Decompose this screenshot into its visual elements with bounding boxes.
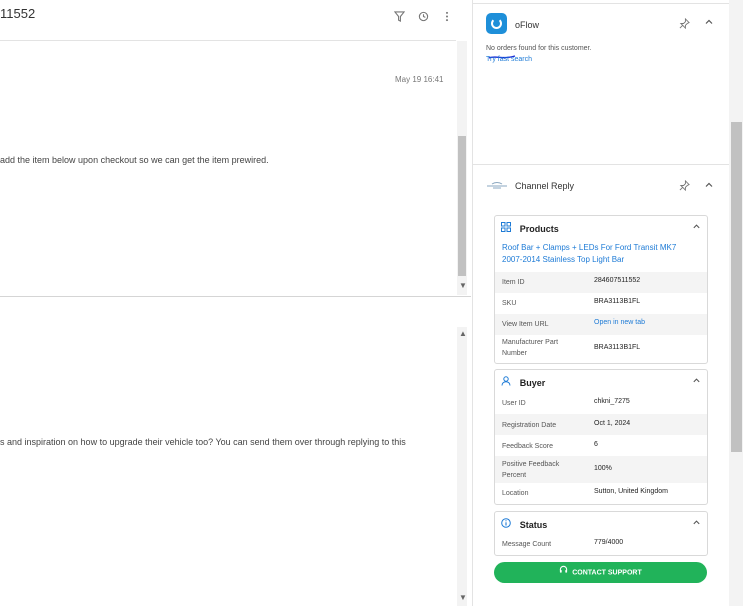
product-title-link[interactable]: Roof Bar + Clamps + LEDs For Ford Transi… <box>502 242 698 266</box>
sidebar-scrollbar-thumb[interactable] <box>731 122 742 452</box>
collapse-chevron-icon[interactable] <box>704 17 714 30</box>
pane-divider[interactable] <box>0 296 471 297</box>
table-row: Location Sutton, United Kingdom <box>502 488 668 497</box>
buyer-heading[interactable]: Buyer <box>501 376 545 389</box>
fast-search-link[interactable]: Try fast search <box>486 56 532 63</box>
table-row: Feedback Score 6 <box>502 441 598 450</box>
collapse-chevron-icon[interactable] <box>692 222 701 233</box>
table-row: Item ID 284607511552 <box>495 272 707 293</box>
user-icon <box>501 376 514 389</box>
collapse-chevron-icon[interactable] <box>692 518 701 529</box>
history-icon[interactable] <box>418 11 429 25</box>
products-card: Products Roof Bar + Clamps + LEDs For Fo… <box>494 215 708 364</box>
status-card: Status Message Count 779/4000 <box>494 511 708 556</box>
message-timestamp: May 19 16:41 <box>395 75 444 84</box>
table-row: Registration Date Oct 1, 2024 <box>495 414 707 435</box>
info-icon <box>501 518 514 531</box>
reply-scrollbar[interactable] <box>457 327 467 606</box>
channel-reply-title: Channel Reply <box>515 181 575 191</box>
pin-icon[interactable] <box>679 17 690 32</box>
channel-reply-logo-icon <box>487 182 507 189</box>
ticket-id: 11552 <box>0 6 36 21</box>
no-orders-text: No orders found for this customer. <box>486 45 592 52</box>
message-scrollbar-thumb[interactable] <box>458 136 466 276</box>
table-row: Message Count 779/4000 <box>502 539 624 548</box>
scroll-up-arrow-icon[interactable]: ▲ <box>459 329 467 338</box>
table-row: View Item URL Open in new tab <box>495 314 707 335</box>
table-row: User ID chkni_7275 <box>502 398 630 407</box>
contact-support-button[interactable]: CONTACT SUPPORT <box>494 562 707 583</box>
collapse-chevron-icon[interactable] <box>704 180 714 193</box>
status-heading[interactable]: Status <box>501 518 547 531</box>
oflow-logo-icon <box>486 13 507 34</box>
table-row: SKU BRA3113B1FL <box>502 298 641 307</box>
filter-icon[interactable] <box>393 11 406 25</box>
products-heading[interactable]: Products <box>501 222 559 235</box>
scroll-down-arrow-icon[interactable]: ▼ <box>459 593 467 602</box>
oflow-title: oFlow <box>515 20 540 30</box>
scroll-down-arrow-icon[interactable]: ▼ <box>459 281 467 290</box>
section-divider <box>473 164 729 165</box>
buyer-card: Buyer User ID chkni_7275 Registration Da… <box>494 369 708 505</box>
grid-icon <box>501 222 514 235</box>
conversation-pane <box>0 0 473 606</box>
pin-icon[interactable] <box>679 179 690 194</box>
collapse-chevron-icon[interactable] <box>692 376 701 387</box>
message-text: add the item below upon checkout so we c… <box>0 155 269 165</box>
open-in-new-tab-link[interactable]: Open in new tab <box>594 319 645 326</box>
table-row: Manufacturer Part Number BRA3113B1FL <box>502 339 641 357</box>
header-divider <box>0 40 456 41</box>
section-divider <box>473 3 729 4</box>
more-vertical-icon[interactable] <box>444 11 450 25</box>
message-text: s and inspiration on how to upgrade thei… <box>0 437 406 447</box>
headset-icon <box>559 562 568 583</box>
table-row: Positive Feedback Percent 100% <box>495 456 707 483</box>
